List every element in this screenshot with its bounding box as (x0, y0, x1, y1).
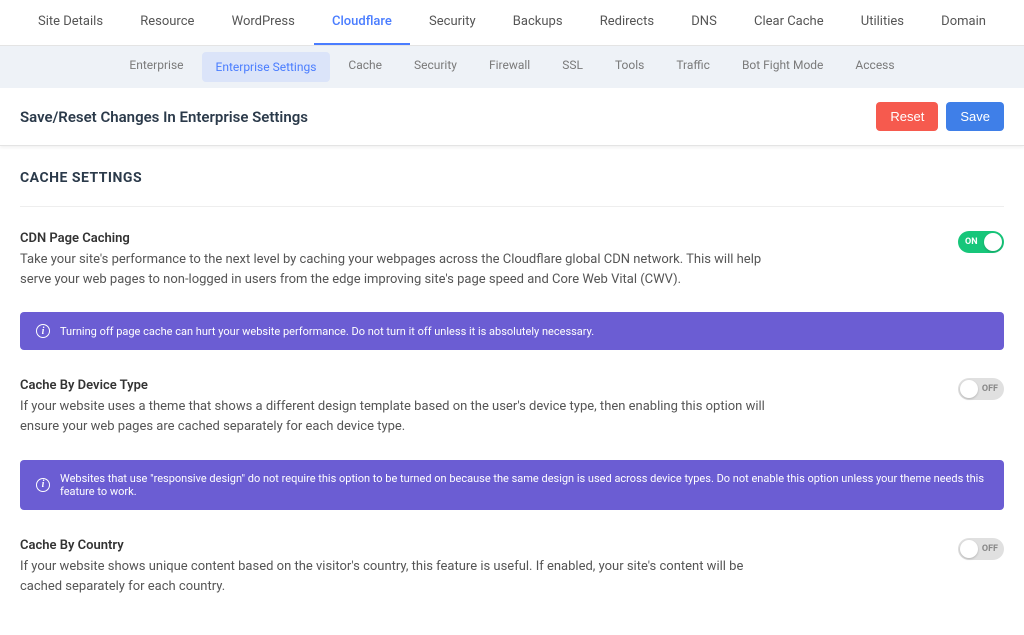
toggle-label: OFF (982, 384, 998, 394)
subtab-access[interactable]: Access (841, 46, 908, 88)
tab-site-details[interactable]: Site Details (20, 0, 121, 45)
tab-dns[interactable]: DNS (673, 0, 735, 45)
toggle-cdn-page-caching[interactable]: ON (958, 231, 1004, 253)
toggle-knob (984, 233, 1002, 251)
toggle-cache-by-device[interactable]: OFF (958, 378, 1004, 400)
setting-cache-by-device: Cache By Device Type If your website use… (20, 374, 1004, 451)
info-icon: i (36, 478, 50, 492)
setting-label: Cache By Country (20, 538, 780, 553)
sub-tabs: Enterprise Enterprise Settings Cache Sec… (0, 46, 1024, 88)
setting-cdn-page-caching: CDN Page Caching Take your site's perfor… (20, 227, 1004, 304)
tab-clear-cache[interactable]: Clear Cache (736, 0, 842, 45)
notice-text: Websites that use "responsive design" do… (60, 472, 988, 498)
subtab-firewall[interactable]: Firewall (475, 46, 544, 88)
tab-backups[interactable]: Backups (495, 0, 581, 45)
top-tabs: Site Details Resource WordPress Cloudfla… (0, 0, 1024, 46)
subtab-cache[interactable]: Cache (334, 46, 396, 88)
tab-utilities[interactable]: Utilities (843, 0, 922, 45)
subtab-ssl[interactable]: SSL (548, 46, 597, 88)
notice-cdn: i Turning off page cache can hurt your w… (20, 312, 1004, 350)
tab-cloudflare[interactable]: Cloudflare (314, 0, 410, 45)
setting-text: Cache By Country If your website shows u… (20, 538, 780, 597)
notice-device: i Websites that use "responsive design" … (20, 460, 1004, 510)
subtab-tools[interactable]: Tools (601, 46, 658, 88)
subtab-bot-fight-mode[interactable]: Bot Fight Mode (728, 46, 837, 88)
subtab-enterprise-settings[interactable]: Enterprise Settings (202, 52, 331, 82)
tab-domain[interactable]: Domain (923, 0, 1004, 45)
toggle-knob (960, 380, 978, 398)
tab-redirects[interactable]: Redirects (582, 0, 672, 45)
setting-text: Cache By Device Type If your website use… (20, 378, 780, 437)
content: CACHE SETTINGS CDN Page Caching Take you… (0, 146, 1024, 635)
subtab-security[interactable]: Security (400, 46, 471, 88)
setting-label: Cache By Device Type (20, 378, 780, 393)
toggle-cache-by-country[interactable]: OFF (958, 538, 1004, 560)
tab-wordpress[interactable]: WordPress (214, 0, 313, 45)
section-title: CACHE SETTINGS (20, 170, 1004, 207)
action-bar: Save/Reset Changes In Enterprise Setting… (0, 88, 1024, 146)
notice-text: Turning off page cache can hurt your web… (60, 325, 594, 338)
action-buttons: Reset Save (876, 102, 1004, 131)
info-icon: i (36, 324, 50, 338)
setting-text: CDN Page Caching Take your site's perfor… (20, 231, 780, 290)
subtab-traffic[interactable]: Traffic (662, 46, 724, 88)
setting-desc: If your website shows unique content bas… (20, 557, 780, 597)
toggle-knob (960, 540, 978, 558)
toggle-label: OFF (982, 544, 998, 554)
setting-label: CDN Page Caching (20, 231, 780, 246)
toggle-label: ON (965, 237, 978, 247)
action-bar-title: Save/Reset Changes In Enterprise Setting… (20, 108, 308, 126)
setting-desc: Take your site's performance to the next… (20, 250, 780, 290)
reset-button[interactable]: Reset (876, 102, 938, 131)
tab-resource[interactable]: Resource (122, 0, 212, 45)
setting-desc: If your website uses a theme that shows … (20, 397, 780, 437)
tab-security[interactable]: Security (411, 0, 494, 45)
save-button[interactable]: Save (946, 102, 1004, 131)
setting-cache-by-country: Cache By Country If your website shows u… (20, 534, 1004, 611)
subtab-enterprise[interactable]: Enterprise (115, 46, 197, 88)
